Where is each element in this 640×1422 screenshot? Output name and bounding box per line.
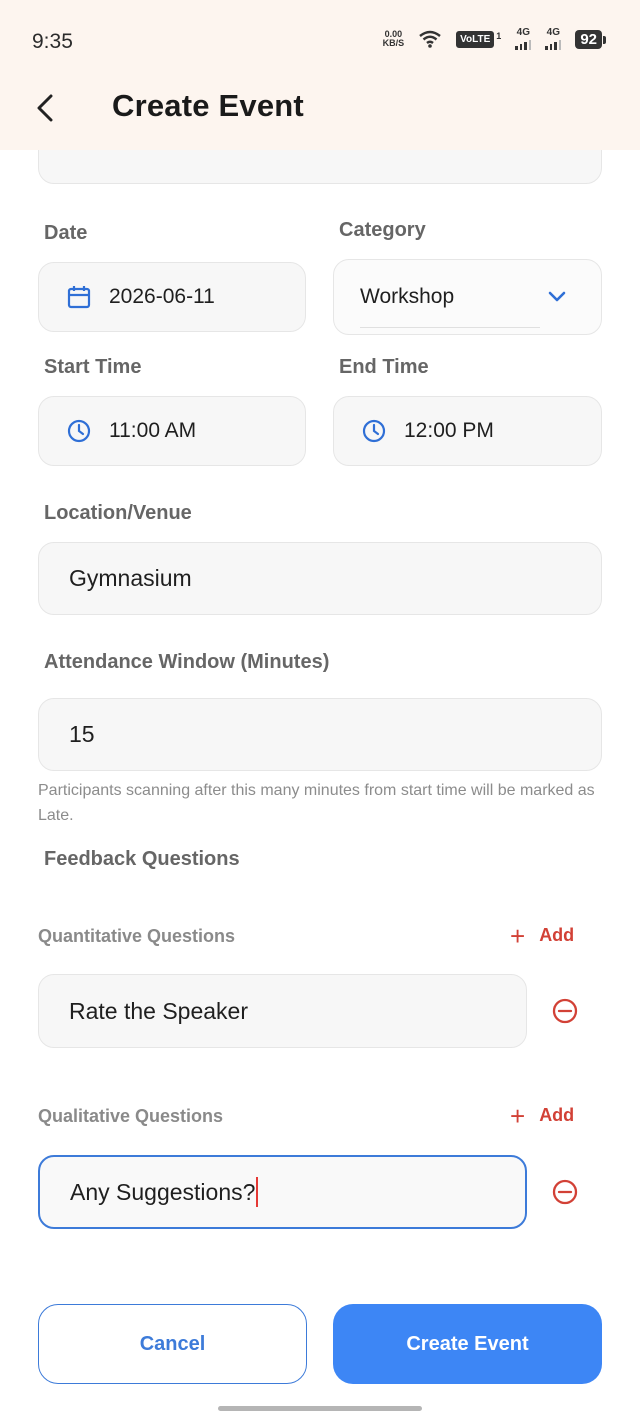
location-value: Gymnasium <box>69 565 192 591</box>
quantitative-question-input[interactable]: Rate the Speaker <box>38 974 527 1048</box>
remove-circle-icon[interactable] <box>551 997 579 1025</box>
category-select[interactable]: Workshop <box>333 259 602 335</box>
qualitative-question-input[interactable]: Any Suggestions? <box>38 1155 527 1229</box>
create-event-button[interactable]: Create Event <box>333 1304 602 1384</box>
date-field[interactable]: 2026-06-11 <box>38 262 306 332</box>
feedback-heading: Feedback Questions <box>44 848 240 870</box>
back-arrow-icon <box>37 94 53 122</box>
start-time-label: Start Time <box>44 356 142 378</box>
quantitative-label: Quantitative Questions <box>38 926 236 946</box>
qualitative-question-value: Any Suggestions? <box>70 1178 256 1205</box>
signal-sim1-icon: 4G <box>515 28 532 50</box>
clock-icon <box>362 419 386 443</box>
location-input[interactable]: Gymnasium <box>38 542 602 615</box>
qualitative-label: Qualitative Questions <box>38 1106 224 1126</box>
attendance-window-label: Attendance Window (Minutes) <box>44 651 330 673</box>
status-time: 9:35 <box>32 30 73 53</box>
net-speed-indicator: 0.00 KB/S <box>382 29 405 48</box>
app-bar: 9:35 0.00 KB/S VoLTE 1 4G 4G 92 Create E… <box>0 0 640 150</box>
category-underline <box>360 327 540 328</box>
category-value: Workshop <box>360 285 455 308</box>
clock-icon <box>67 419 91 443</box>
plus-icon: + <box>510 1100 526 1131</box>
wifi-icon <box>419 30 441 48</box>
start-time-field[interactable]: 11:00 AM <box>38 396 306 466</box>
end-time-value: 12:00 PM <box>404 419 494 442</box>
end-time-label: End Time <box>339 356 429 378</box>
location-label: Location/Venue <box>44 502 192 524</box>
home-indicator[interactable] <box>218 1406 422 1411</box>
volte-badge: VoLTE <box>456 30 495 48</box>
page-title: Create Event <box>112 88 304 123</box>
date-label: Date <box>44 222 88 244</box>
text-cursor <box>256 1177 259 1207</box>
add-qualitative-button[interactable]: + Add <box>510 1100 574 1131</box>
back-button[interactable] <box>30 88 60 128</box>
start-time-value: 11:00 AM <box>109 419 197 442</box>
date-value: 2026-06-11 <box>109 285 215 308</box>
end-time-field[interactable]: 12:00 PM <box>333 396 602 466</box>
attendance-window-helper: Participants scanning after this many mi… <box>38 782 595 824</box>
sim-slot-label: 1 <box>496 30 502 41</box>
status-icons: 0.00 KB/S VoLTE 1 4G 4G 92 <box>382 28 606 50</box>
attendance-window-value: 15 <box>69 721 95 747</box>
signal-sim2-icon: 4G <box>545 28 562 50</box>
plus-icon: + <box>510 920 526 951</box>
attendance-window-input[interactable]: 15 <box>38 698 602 771</box>
quantitative-question-value: Rate the Speaker <box>69 997 249 1024</box>
chevron-down-icon <box>548 291 566 302</box>
add-quantitative-button[interactable]: + Add <box>510 920 574 951</box>
battery-indicator: 92 <box>575 29 606 49</box>
cancel-button[interactable]: Cancel <box>38 1304 307 1384</box>
calendar-icon <box>67 286 91 309</box>
remove-circle-icon[interactable] <box>551 1178 579 1206</box>
category-label: Category <box>339 219 426 241</box>
